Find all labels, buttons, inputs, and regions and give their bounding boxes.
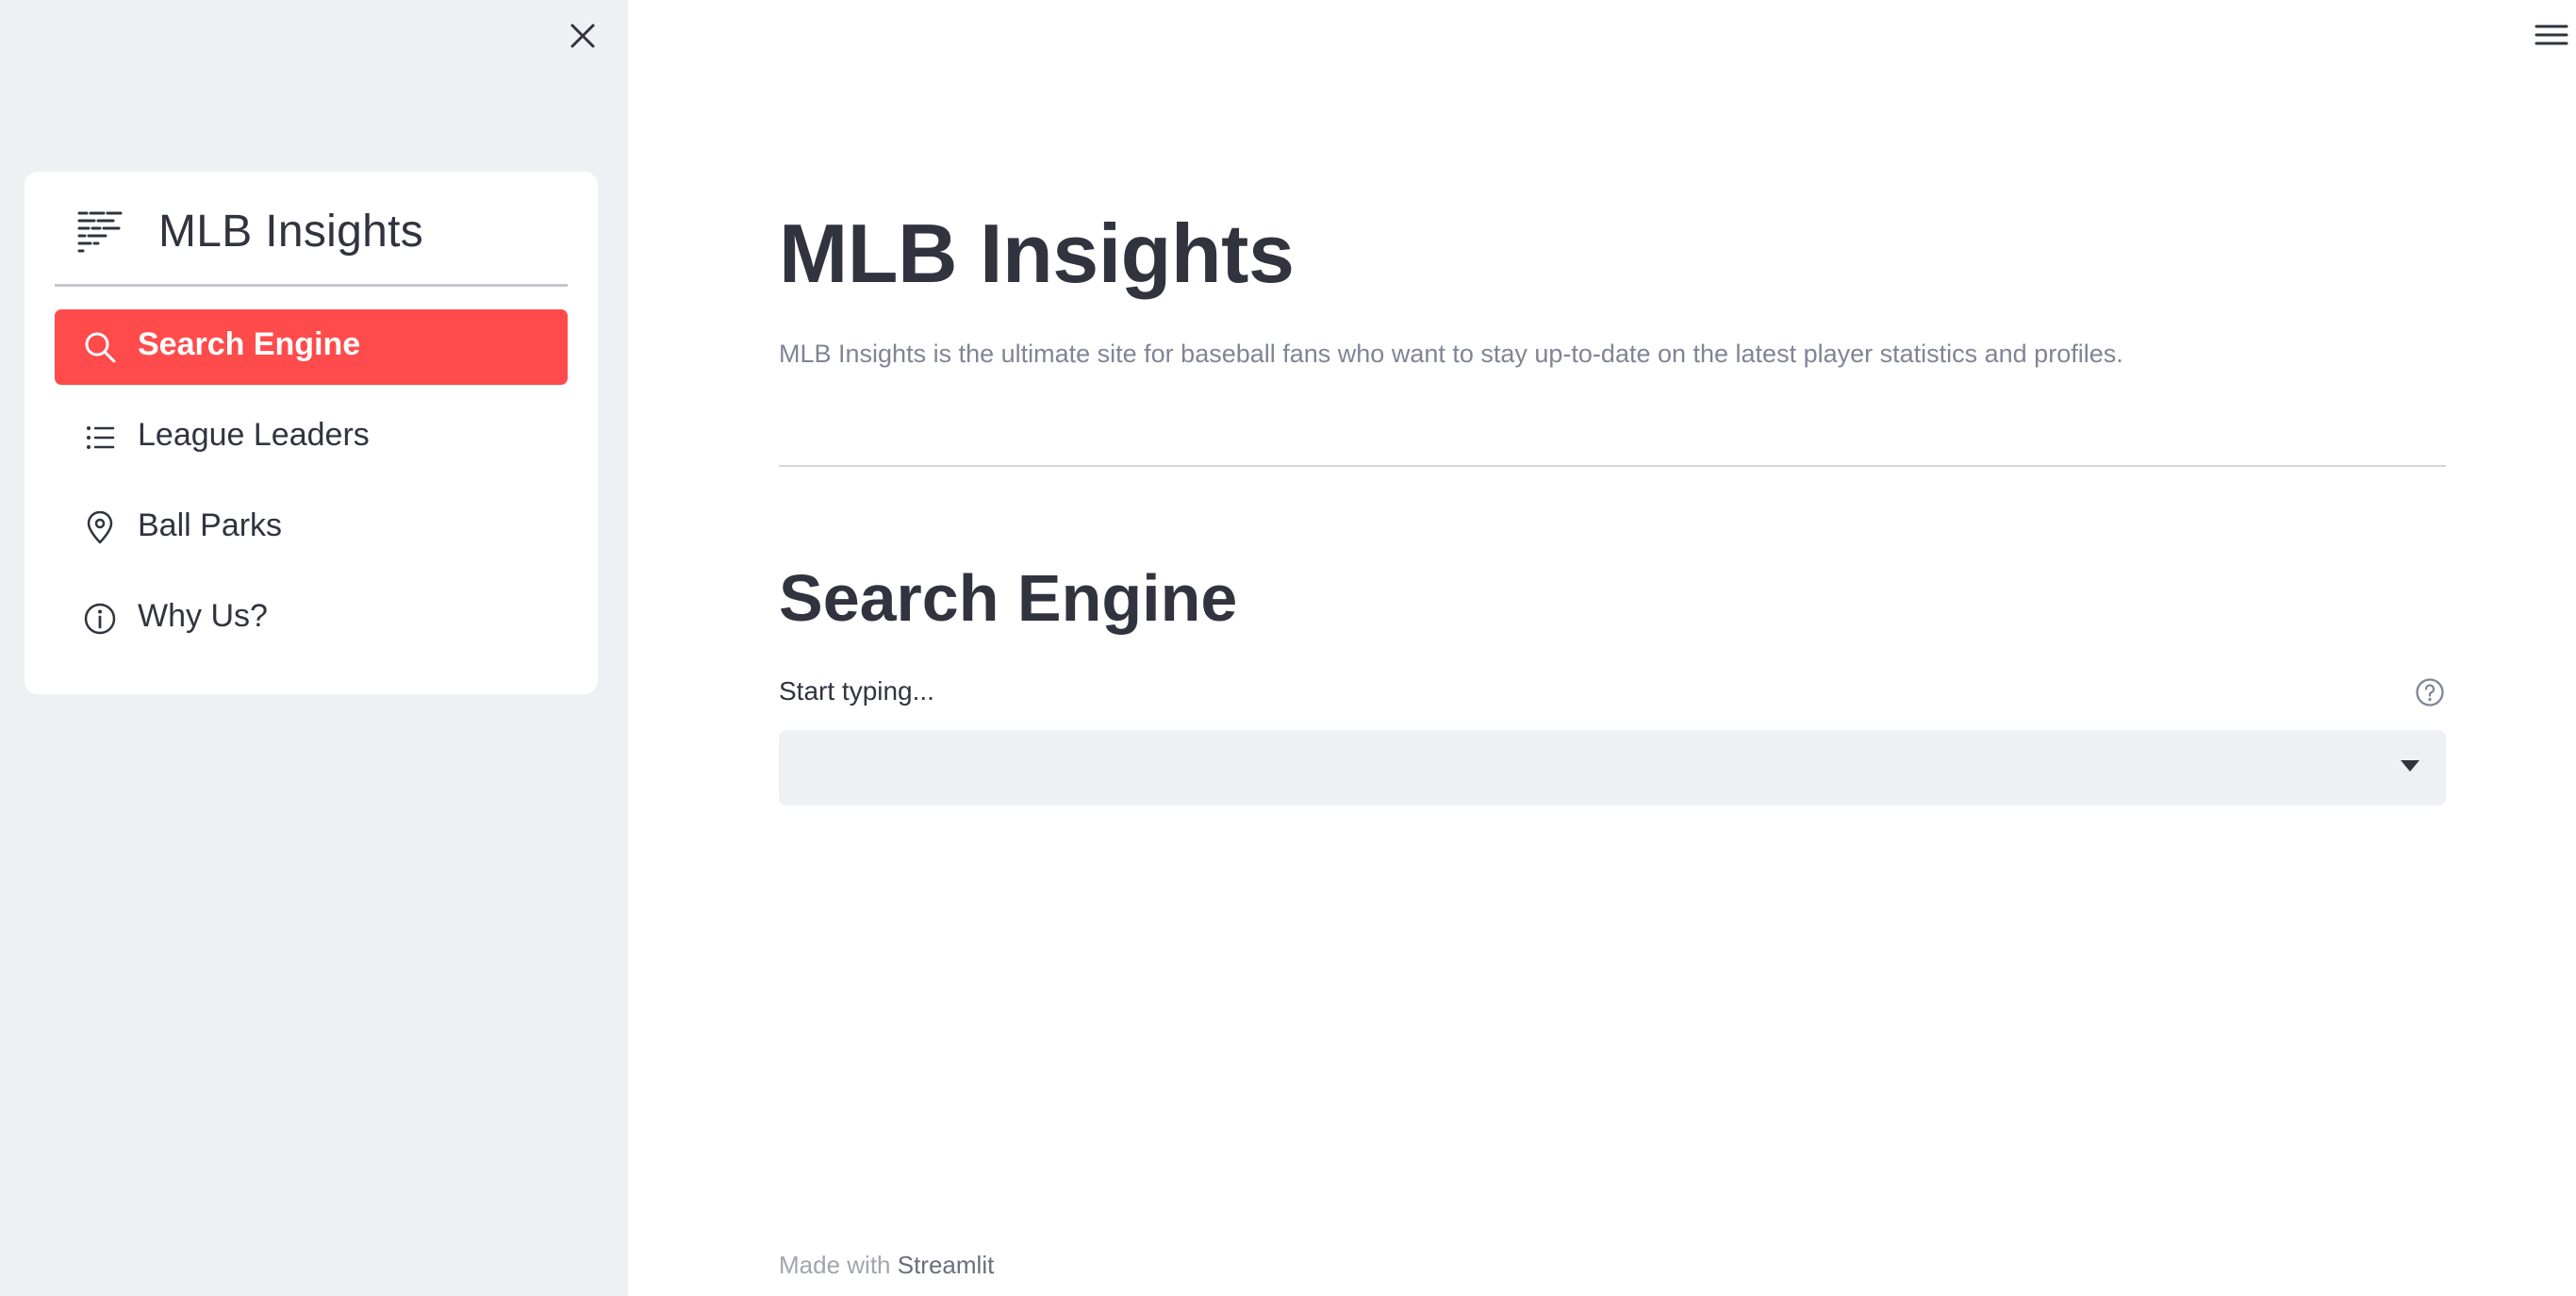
player-search-select[interactable] (779, 730, 2446, 806)
list-icon (87, 426, 115, 449)
divider (779, 465, 2446, 467)
nav-item-ball-parks[interactable]: Ball Parks (55, 490, 568, 566)
streamlit-link[interactable]: Streamlit (898, 1251, 995, 1279)
help-circle-icon[interactable] (2415, 677, 2445, 707)
search-label: Start typing... (779, 676, 934, 706)
nav-item-why-us[interactable]: Why Us? (55, 581, 568, 656)
close-sidebar-button[interactable] (566, 19, 600, 53)
map-pin-icon (87, 511, 113, 544)
nav-title: MLB Insights (158, 207, 424, 257)
footer-prefix: Made with (779, 1251, 891, 1279)
nav-header: MLB Insights (55, 172, 568, 287)
sidebar: MLB Insights Search Engine League Leader… (0, 0, 628, 1296)
main-menu-button[interactable] (2533, 19, 2570, 51)
page-title: MLB Insights (779, 207, 1295, 300)
section-title: Search Engine (779, 561, 1238, 635)
nav-menu: MLB Insights Search Engine League Leader… (25, 172, 598, 694)
caret-down-icon (2401, 760, 2419, 772)
search-icon (85, 332, 116, 363)
nav-item-label: Why Us? (138, 598, 268, 634)
info-icon (84, 603, 116, 635)
nav-item-label: Ball Parks (138, 507, 283, 543)
footer: Made with Streamlit (779, 1251, 994, 1280)
bars-logo-icon (77, 211, 123, 253)
close-icon (570, 24, 595, 48)
nav-item-league-leaders[interactable]: League Leaders (55, 400, 568, 475)
page-description: MLB Insights is the ultimate site for ba… (779, 340, 2123, 368)
hamburger-menu-icon (2535, 25, 2568, 45)
nav-item-search-engine[interactable]: Search Engine (55, 309, 568, 385)
nav-item-label: League Leaders (138, 417, 370, 453)
nav-item-label: Search Engine (138, 326, 361, 362)
